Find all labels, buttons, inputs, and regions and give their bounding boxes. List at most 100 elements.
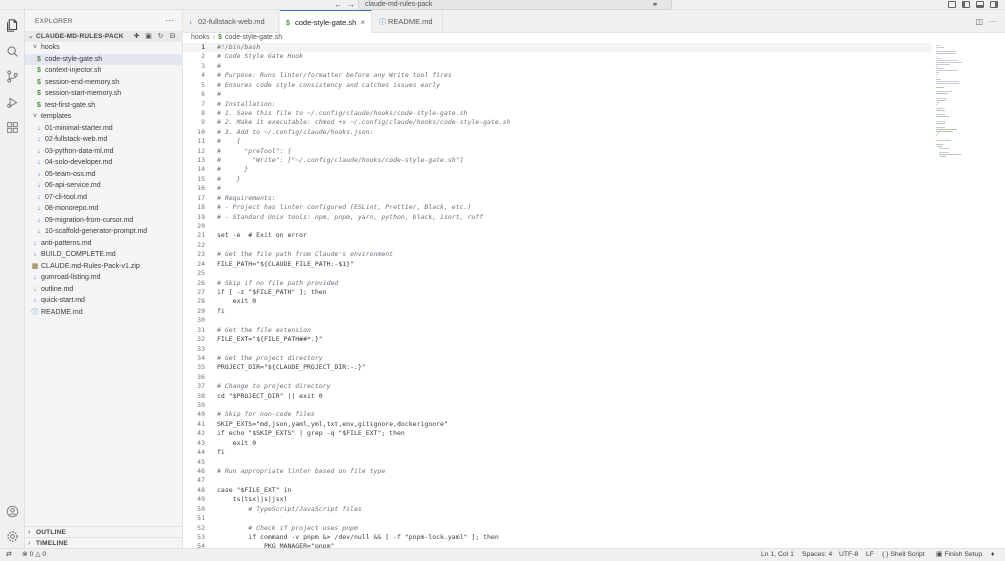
more-actions-icon[interactable]: ··· — [165, 15, 174, 25]
line-number: 35 — [197, 363, 205, 372]
line-number: 28 — [197, 297, 205, 306]
line-number: 2 — [201, 52, 205, 61]
problems-indicator[interactable]: ⊗ 0 △ 0 — [22, 549, 46, 561]
search-icon[interactable] — [6, 45, 19, 58]
language-mode[interactable]: { } Shell Script — [882, 549, 925, 561]
more-actions-icon[interactable]: ··· — [989, 17, 997, 26]
encoding[interactable]: UTF-8 — [839, 549, 858, 561]
line-number: 48 — [197, 485, 205, 494]
tree-item-label: 07-cli-tool.md — [45, 193, 88, 201]
breadcrumb-folder[interactable]: hooks — [191, 34, 210, 41]
account-icon[interactable] — [6, 505, 19, 518]
line-number: 8 — [201, 108, 205, 117]
timeline-section-header[interactable]: › TIMELINE — [25, 537, 183, 548]
toggle-panel-icon[interactable] — [976, 1, 984, 8]
tree-file[interactable]: ▦ CLAUDE.md-Rules-Pack-v1.zip — [25, 261, 183, 273]
toggle-secondary-sidebar-icon[interactable] — [990, 1, 998, 8]
markdown-file-icon: ↓ — [189, 19, 193, 26]
shell-file-icon: $ — [218, 34, 222, 41]
end-of-line[interactable]: LF — [866, 549, 874, 561]
copilot-icon[interactable]: ⚭ — [650, 0, 660, 10]
tree-item-label: session-start-memory.sh — [45, 90, 122, 97]
new-file-icon[interactable]: ✚ — [132, 32, 141, 41]
tree-file[interactable]: ⓘ README.md — [25, 307, 183, 319]
new-folder-icon[interactable]: ▣ — [144, 32, 153, 41]
finish-setup[interactable]: ▣ Finish Setup — [936, 549, 982, 561]
explorer-icon[interactable] — [6, 19, 19, 32]
tree-file[interactable]: $ context-injector.sh — [25, 65, 183, 77]
line-number: 45 — [197, 457, 205, 466]
language-label: Shell Script — [890, 551, 925, 558]
minimap-line — [936, 61, 963, 63]
tree-folder[interactable]: ˅ hooks — [25, 42, 183, 54]
tree-file[interactable]: ↓ gumroad-listing.md — [25, 272, 183, 284]
code-line: if [ -z "$FILE_PATH" ]; then — [217, 287, 327, 296]
refresh-icon[interactable]: ↻ — [156, 32, 165, 41]
workspace-section-header[interactable]: ⌄ CLAUDE-MD-RULES-PACK ✚ ▣ ↻ ⊟ — [25, 31, 183, 42]
tree-file[interactable]: ↓ BUILD_COMPLETE.md — [25, 249, 183, 261]
line-number: 38 — [197, 391, 205, 400]
minimap-line — [936, 66, 939, 67]
indentation[interactable]: Spaces: 4 — [802, 549, 832, 561]
tree-file[interactable]: ↓ anti-patterns.md — [25, 238, 183, 250]
tab-code-style-gate[interactable]: $ code-style-gate.sh × — [280, 10, 372, 34]
tree-file[interactable]: ↓ outline.md — [25, 284, 183, 296]
collapse-all-icon[interactable]: ⊟ — [168, 32, 177, 41]
tree-file[interactable]: ↓ 06-api-service.md — [25, 180, 183, 192]
code-editor[interactable]: 1 2 3 4 5 6 7 8 9 10 11 12 13 14 15 16 17 18 19 20 21 22 23 24 2… — [183, 43, 1005, 548]
code-content[interactable]: #!/bin/bash # Code Style Gate Hook # # Purp… — [217, 43, 932, 548]
line-number: 3 — [201, 61, 205, 70]
settings-gear-icon[interactable] — [6, 530, 19, 543]
tree-file[interactable]: $ test-first-gate.sh — [25, 100, 183, 112]
tree-file[interactable]: ↓ 09-migration-from-cursor.md — [25, 215, 183, 227]
tree-item-label: 06-api-service.md — [45, 182, 101, 189]
markdown-file-icon: ↓ — [37, 136, 41, 143]
run-debug-icon[interactable] — [6, 96, 19, 109]
forward-arrow-icon[interactable]: → — [346, 0, 356, 10]
command-center[interactable]: claude-md-rules-pack — [358, 0, 672, 10]
line-number: 15 — [197, 174, 205, 183]
tab-02-fullstack-web[interactable]: ↓ 02-fullstack-web.md — [183, 10, 279, 33]
layout-icon[interactable] — [948, 1, 956, 8]
minimap[interactable] — [932, 43, 1005, 548]
tree-file[interactable]: ↓ 04-solo-developer.md — [25, 157, 183, 169]
source-control-icon[interactable] — [6, 70, 19, 83]
back-arrow-icon[interactable]: ← — [333, 0, 343, 10]
tree-file[interactable]: $ code-style-gate.sh — [25, 53, 183, 65]
tree-file[interactable]: $ session-start-memory.sh — [25, 88, 183, 100]
line-number: 29 — [197, 306, 205, 315]
remote-icon[interactable]: ⇄ — [6, 549, 12, 561]
tree-folder[interactable]: ˅ templates — [25, 111, 183, 123]
markdown-file-icon: ↓ — [37, 216, 41, 224]
tree-file[interactable]: ↓ 02-fullstack-web.md — [25, 134, 183, 146]
toggle-primary-sidebar-icon[interactable] — [962, 1, 970, 8]
outline-section-header[interactable]: › OUTLINE — [25, 526, 183, 537]
notifications-bell-icon[interactable]: ♦ — [991, 549, 994, 561]
tree-file[interactable]: ↓ 08-monorepo.md — [25, 203, 183, 215]
minimap-line — [936, 47, 944, 49]
breadcrumb-file[interactable]: code-style-gate.sh — [225, 34, 282, 41]
tree-file[interactable]: ↓ 03-python-data-ml.md — [25, 146, 183, 158]
tree-file[interactable]: ↓ 07-cli-tool.md — [25, 192, 183, 204]
markdown-file-icon: ↓ — [37, 159, 41, 166]
tree-item-label: gumroad-listing.md — [41, 274, 101, 281]
code-line: # - Project has linter configured (ESLin… — [217, 203, 472, 212]
split-editor-icon[interactable]: ◫ — [975, 17, 983, 26]
extensions-icon[interactable] — [6, 121, 19, 134]
cursor-position[interactable]: Ln 1, Col 1 — [761, 549, 794, 561]
tab-readme[interactable]: ⓘ README.md — [373, 10, 443, 33]
tree-file[interactable]: ↓ 01-minimal-starter.md — [25, 123, 183, 135]
tree-file[interactable]: $ session-end-memory.sh — [25, 77, 183, 89]
tree-file[interactable]: ↓ 10-scaffold-generator-prompt.md — [25, 226, 183, 238]
code-line: SKIP_EXTS="md,json,yaml,yml,txt,env,giti… — [217, 419, 448, 428]
line-number: 37 — [197, 382, 205, 391]
code-line: # Get the file path from Claude's enviro… — [217, 250, 394, 259]
line-number: 39 — [197, 401, 205, 410]
tree-file[interactable]: ↓ quick-start.md — [25, 295, 183, 307]
line-number: 9 — [201, 118, 205, 127]
tree-file[interactable]: ↓ 05-team-oss.md — [25, 169, 183, 181]
close-icon[interactable]: × — [360, 11, 365, 34]
